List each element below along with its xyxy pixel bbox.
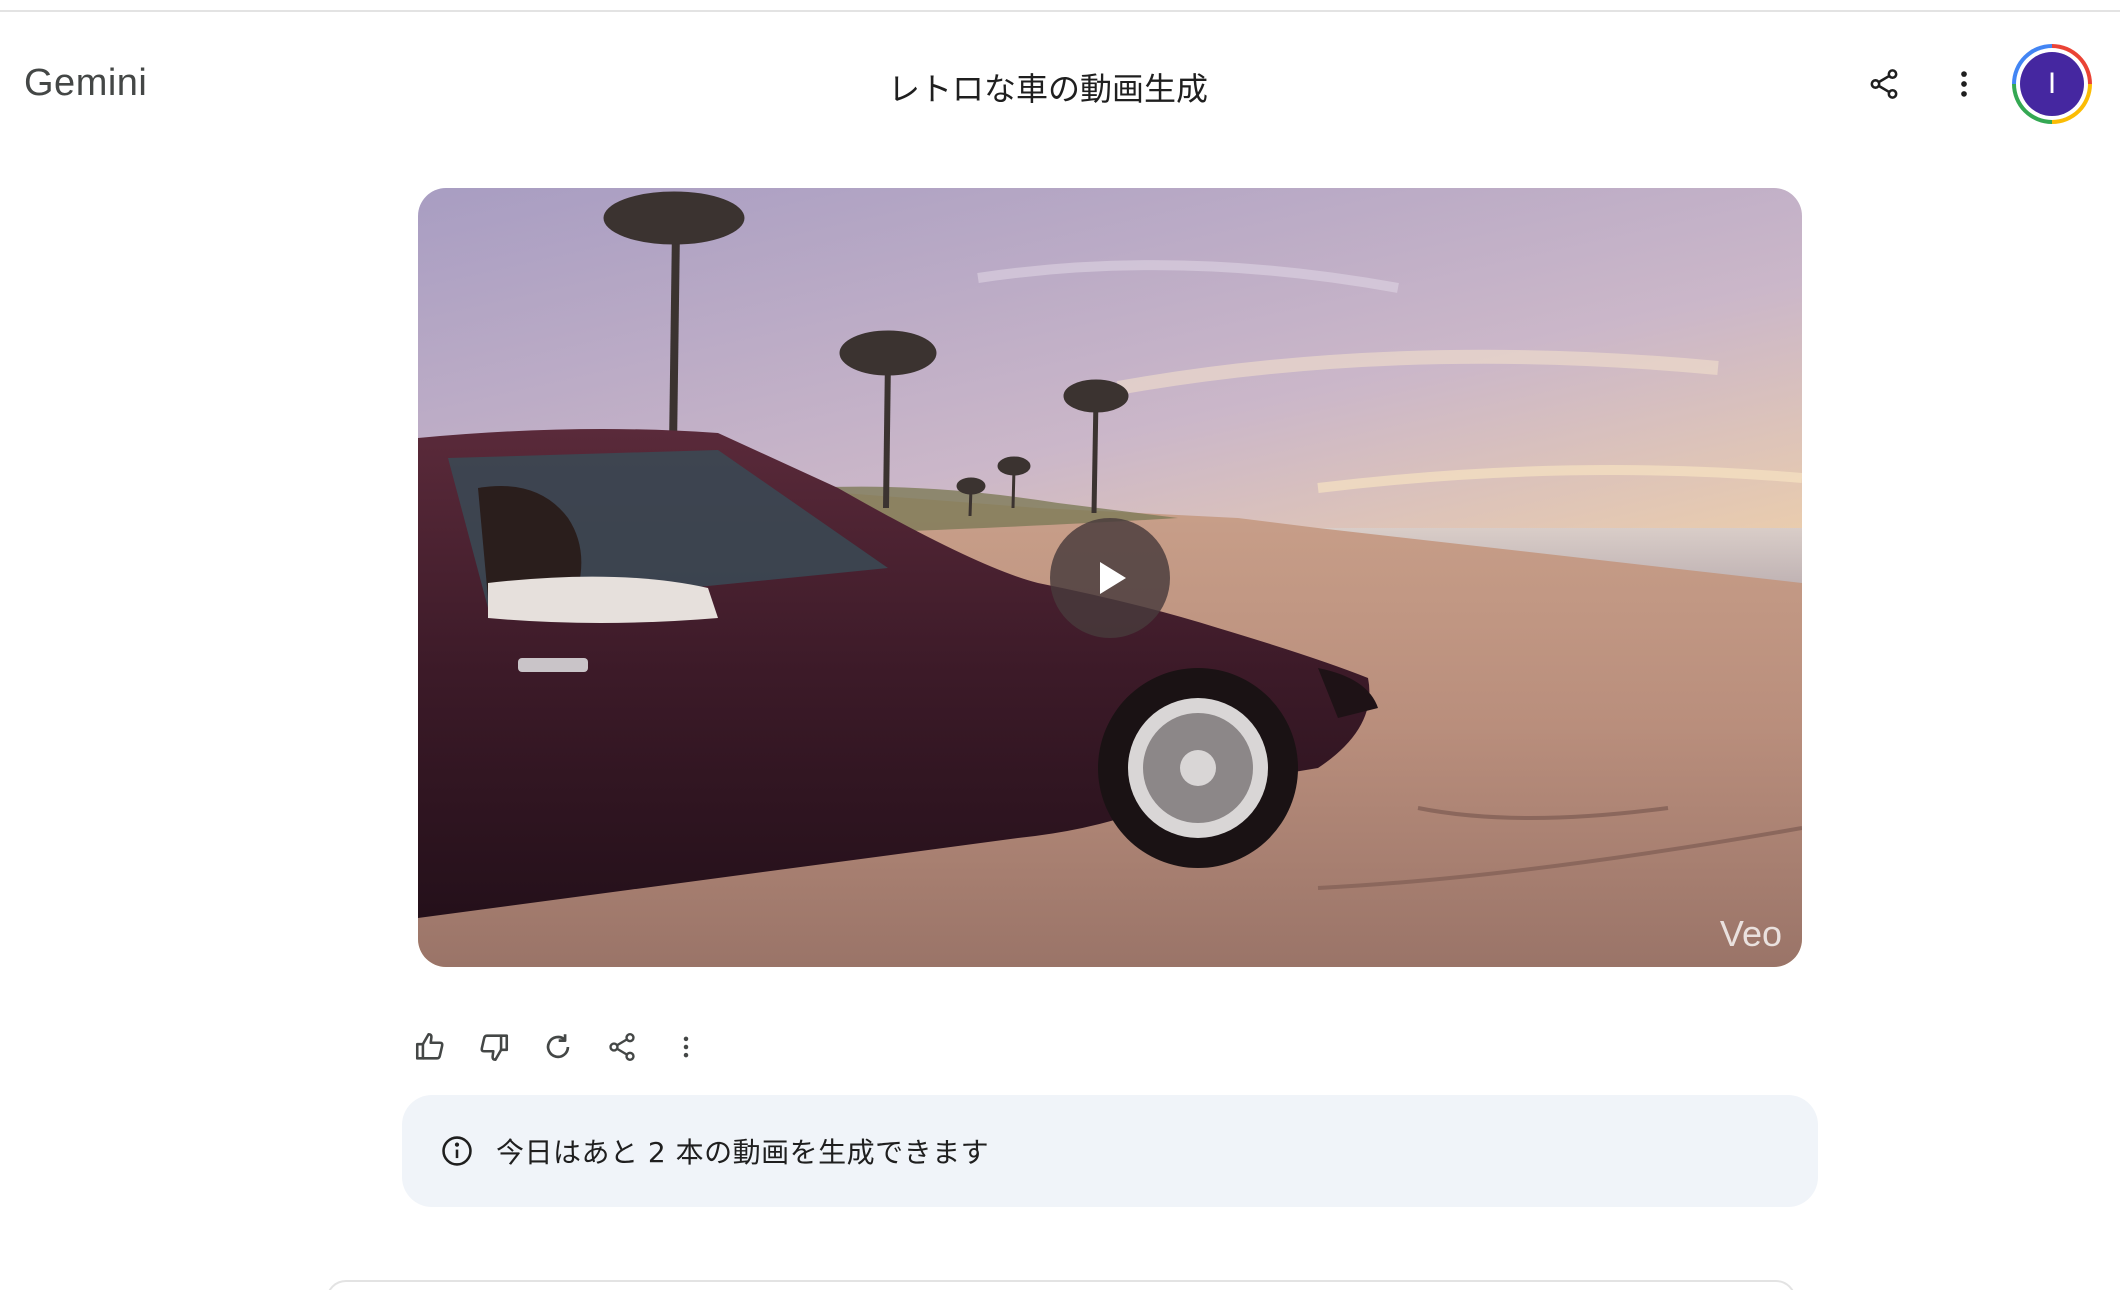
more-options-button[interactable] [1932, 52, 1996, 116]
response-actions [398, 1015, 718, 1079]
generated-video-player[interactable]: Veo [418, 188, 1802, 967]
conversation-title[interactable]: レトロな車の動画生成 [0, 64, 2096, 110]
play-icon [1100, 562, 1126, 594]
thumb-up-button[interactable] [398, 1015, 462, 1079]
quota-notice: 今日はあと 2 本の動画を生成できます [402, 1095, 1818, 1207]
share-conversation-button[interactable] [1852, 52, 1916, 116]
prompt-input-edge[interactable] [326, 1280, 1796, 1290]
more-vert-icon [1961, 71, 1967, 97]
veo-watermark: Veo [1719, 913, 1782, 954]
regenerate-button[interactable] [526, 1015, 590, 1079]
top-bar: Gemini レトロな車の動画生成 I [0, 12, 2120, 152]
more-vert-icon [683, 1036, 689, 1058]
account-avatar-button[interactable]: I [2012, 44, 2092, 124]
quota-notice-text: 今日はあと 2 本の動画を生成できます [496, 1136, 990, 1169]
share-icon [609, 1033, 635, 1061]
thumb-up-icon [415, 1032, 444, 1060]
share-icon [1870, 69, 1898, 99]
share-response-button[interactable] [590, 1015, 654, 1079]
avatar: I [2020, 52, 2084, 116]
play-button[interactable] [1050, 518, 1170, 638]
thumb-down-icon [480, 1034, 509, 1062]
thumb-down-button[interactable] [462, 1015, 526, 1079]
info-icon [442, 1136, 472, 1166]
refresh-icon [546, 1034, 570, 1059]
more-response-options-button[interactable] [654, 1015, 718, 1079]
